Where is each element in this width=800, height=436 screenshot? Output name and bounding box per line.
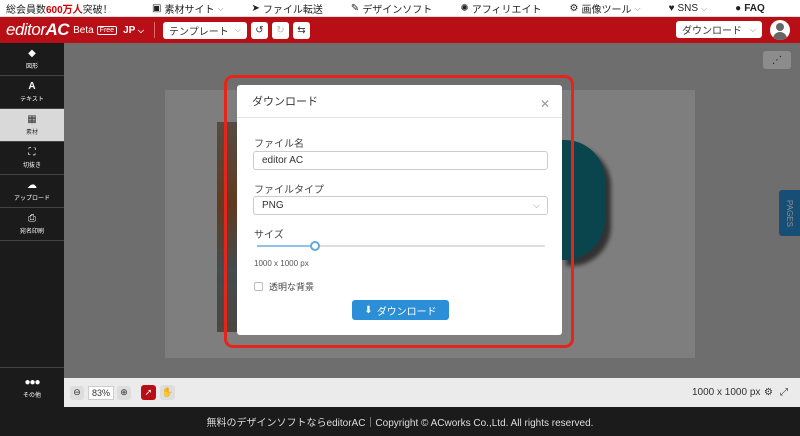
- sidebar-item-crop[interactable]: ⛶ 切抜き: [0, 142, 64, 175]
- sidebar-item-other[interactable]: ●●● その他: [0, 367, 64, 407]
- app-header: editorAC Beta Free JP ⌵ テンプレート ⌵ ↺ ↻ ⇆ ダウ…: [0, 17, 800, 43]
- link-faq[interactable]: ● FAQ: [735, 3, 765, 14]
- link-file-transfer[interactable]: ➤ ファイル転送: [252, 1, 323, 16]
- transparent-background-option[interactable]: 透明な背景: [254, 280, 314, 293]
- sidebar-item-address-print[interactable]: ⎙ 宛名印刷: [0, 208, 64, 241]
- download-dropdown[interactable]: ダウンロード ⌵: [676, 21, 762, 38]
- size-slider[interactable]: [257, 241, 545, 251]
- printer-icon: ⎙: [28, 213, 36, 224]
- sidebar-item-shapes[interactable]: ◆ 図形: [0, 43, 64, 76]
- image-icon: ▣: [152, 3, 162, 14]
- sidebar-item-upload[interactable]: ☁ アップロード: [0, 175, 64, 208]
- chevron-down-icon: ⌵: [749, 24, 756, 34]
- size-label: サイズ: [254, 230, 284, 241]
- close-icon[interactable]: ✕: [540, 97, 550, 111]
- promo-highlight: 600万人: [46, 4, 83, 16]
- transparent-background-checkbox[interactable]: [254, 282, 263, 291]
- footer: 無料のデザインソフトならeditorAC｜Copyright © ACworks…: [0, 407, 800, 436]
- size-slider-fill: [257, 245, 315, 247]
- shapes-icon: ◆: [28, 48, 36, 59]
- top-bar: 総会員数600万人突破！ ▣ 素材サイト ⌵ ➤ ファイル転送 ✎ デザインソフト ✺ ア…: [0, 0, 800, 17]
- paper-plane-icon: ➤: [251, 3, 260, 14]
- chevron-down-icon: ⌵: [217, 3, 224, 13]
- download-dialog: ダウンロード ✕ ファイル名 editor AC ファイルタイプ PNG ⌵ サイ…: [237, 85, 562, 335]
- filename-input[interactable]: editor AC: [253, 151, 548, 170]
- settings-icon[interactable]: ⚙: [764, 387, 773, 398]
- link-material-site[interactable]: ▣ 素材サイト ⌵: [152, 1, 224, 16]
- sun-icon: ✺: [460, 3, 469, 14]
- zoom-in-icon: ⊕: [120, 387, 128, 397]
- link-design-software[interactable]: ✎ デザインソフト: [351, 1, 432, 16]
- sidebar-item-materials[interactable]: ▦ 素材: [0, 109, 64, 142]
- template-dropdown[interactable]: テンプレート ⌵: [163, 21, 247, 39]
- link-affiliate[interactable]: ✺ アフィリエイト: [460, 1, 541, 16]
- redo-icon: ↻: [276, 24, 285, 36]
- promo-prefix: 総会員数: [6, 4, 46, 16]
- avatar[interactable]: [770, 20, 790, 40]
- text-icon: A: [28, 81, 36, 92]
- download-button[interactable]: ⬇ ダウンロード: [352, 300, 449, 320]
- free-badge: Free: [96, 25, 118, 35]
- filename-label: ファイル名: [254, 139, 304, 150]
- gears-icon: ⚙: [569, 3, 579, 14]
- swap-icon: ⇆: [297, 24, 306, 36]
- chevron-down-icon: ⌵: [533, 200, 540, 210]
- select-tool-button[interactable]: ➚: [141, 385, 156, 400]
- link-image-tools[interactable]: ⚙ 画像ツール ⌵: [570, 1, 641, 16]
- promo-suffix: 突破！: [82, 4, 113, 16]
- heart-icon: ♥: [668, 3, 675, 14]
- chevron-down-icon: ⌵: [137, 25, 144, 35]
- beta-label: Beta: [73, 24, 94, 36]
- canvas-size-readout: 1000 x 1000 px: [692, 387, 761, 398]
- cursor-icon: ➚: [144, 387, 153, 397]
- size-slider-handle[interactable]: [310, 241, 320, 251]
- bottom-toolbar: ⊖ 83% ⊕ ➚ ✋ 1000 x 1000 px ⚙ ⤢: [64, 378, 800, 407]
- divider: [154, 22, 155, 38]
- paint-icon: ✎: [350, 3, 360, 14]
- expand-icon[interactable]: ⤢: [780, 387, 788, 398]
- more-icon: ●●●: [24, 376, 40, 388]
- language-selector[interactable]: JP ⌵: [123, 25, 144, 36]
- filetype-label: ファイルタイプ: [254, 185, 324, 196]
- undo-icon: ↺: [255, 24, 264, 36]
- crop-icon: ⛶: [28, 147, 36, 158]
- member-count-banner: 総会員数600万人突破！: [0, 1, 140, 16]
- link-sns[interactable]: ♥ SNS ⌵: [669, 3, 708, 14]
- sidebar: ◆ 図形 A テキスト ▦ 素材 ⛶ 切抜き ☁ アップロード ⎙ 宛名印刷 ●●● その他: [0, 43, 64, 407]
- sidebar-item-text[interactable]: A テキスト: [0, 76, 64, 109]
- copyright-text: 無料のデザインソフトならeditorAC｜Copyright © ACworks…: [206, 418, 594, 429]
- zoom-out-icon: ⊖: [73, 387, 81, 397]
- chevron-down-icon: ⌵: [701, 3, 708, 13]
- undo-button[interactable]: ↺: [251, 21, 268, 39]
- size-readout: 1000 x 1000 px: [254, 259, 309, 268]
- user-icon: ●: [735, 3, 742, 14]
- download-icon: ⬇: [364, 304, 373, 316]
- hand-icon: ✋: [161, 387, 174, 397]
- site-links: ▣ 素材サイト ⌵ ➤ ファイル転送 ✎ デザインソフト ✺ アフィリエイト ⚙ 画像ツール…: [152, 0, 765, 17]
- chevron-down-icon: ⌵: [634, 3, 641, 13]
- logo[interactable]: editorAC: [0, 20, 70, 40]
- chevron-down-icon: ⌵: [234, 25, 241, 34]
- transparent-background-label: 透明な背景: [269, 282, 315, 292]
- dialog-title: ダウンロード: [237, 85, 562, 118]
- hand-tool-button[interactable]: ✋: [160, 385, 175, 400]
- redo-button[interactable]: ↻: [272, 21, 289, 39]
- swap-button[interactable]: ⇆: [293, 21, 310, 39]
- zoom-out-button[interactable]: ⊖: [70, 385, 84, 400]
- zoom-level[interactable]: 83%: [88, 385, 114, 400]
- cloud-upload-icon: ☁: [27, 180, 37, 191]
- grid-icon: ▦: [27, 114, 37, 125]
- filetype-select[interactable]: PNG ⌵: [253, 196, 548, 215]
- zoom-in-button[interactable]: ⊕: [117, 385, 131, 400]
